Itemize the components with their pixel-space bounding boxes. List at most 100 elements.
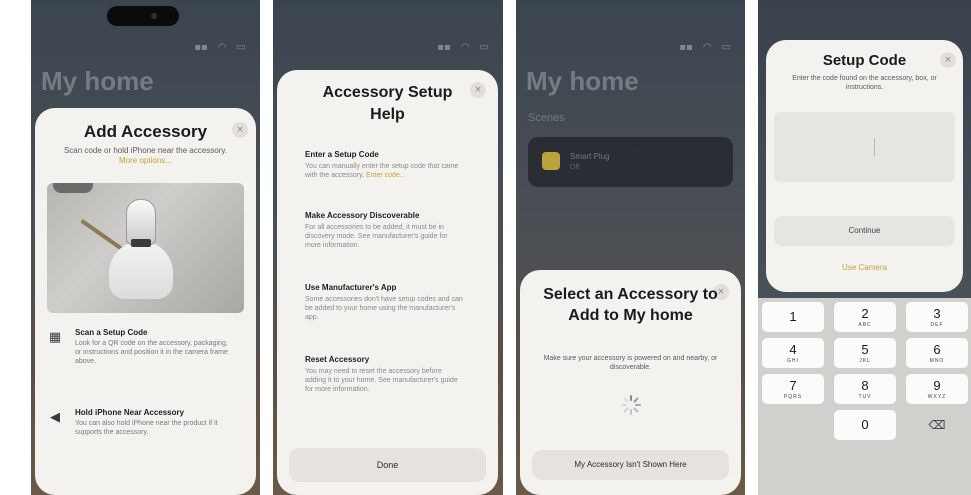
help-section-discoverable: Make Accessory Discoverable For all acce… xyxy=(305,211,464,250)
sheet-title: Select an Accessory to Add to My home xyxy=(543,286,718,324)
help-body: For all accessories to be added, it must… xyxy=(305,224,448,249)
scan-setup-code-option: ▦ Scan a Setup Code Look for a QR code o… xyxy=(47,328,246,388)
status-bar: ▪▪ ◠ ▭ xyxy=(679,42,731,53)
key-letters: WXYZ xyxy=(927,394,947,400)
more-options-link[interactable]: More options... xyxy=(119,156,172,165)
key-9[interactable]: 9 WXYZ xyxy=(906,374,968,404)
close-icon[interactable]: × xyxy=(470,82,486,98)
battery-icon: ▭ xyxy=(479,42,489,53)
section-label: Scenes xyxy=(528,112,565,124)
sheet-title: Setup Code xyxy=(822,52,907,69)
sheet-title: Add Accessory xyxy=(83,122,208,141)
viewfinder-shadow xyxy=(53,183,93,193)
camera-dot-icon xyxy=(151,13,157,19)
key-2[interactable]: 2 ABC xyxy=(834,302,896,332)
key-4[interactable]: 4 GHI xyxy=(762,338,824,368)
delete-key-icon[interactable]: ⌫ xyxy=(906,410,968,440)
key-letters: TUV xyxy=(858,394,872,400)
key-0[interactable]: 0 xyxy=(834,410,896,440)
help-body: Some accessories don't have setup codes … xyxy=(305,296,463,321)
battery-icon: ▭ xyxy=(721,42,731,53)
home-title: My home xyxy=(526,66,639,96)
loading-spinner-icon xyxy=(621,395,641,415)
plug-icon xyxy=(542,152,560,170)
key-8[interactable]: 8 TUV xyxy=(834,374,896,404)
help-body: You may need to reset the accessory befo… xyxy=(305,368,458,393)
key-3[interactable]: 3 DEF xyxy=(906,302,968,332)
hold-iphone-option: ◀ Hold iPhone Near Accessory You can als… xyxy=(47,408,246,458)
wifi-icon: ◠ xyxy=(217,42,227,53)
key-letters: ABC xyxy=(858,322,872,328)
help-heading: Enter a Setup Code xyxy=(305,150,379,159)
add-accessory-sheet: × Add Accessory Scan code or hold iPhone… xyxy=(35,108,256,495)
wifi-icon: ◠ xyxy=(702,42,712,53)
help-section-setup-code: Enter a Setup Code You can manually ente… xyxy=(305,150,464,180)
key-digit: 2 xyxy=(861,306,869,321)
phone-screen-setup-code: × Setup Code Enter the code found on the… xyxy=(758,0,971,495)
bulb-base-image xyxy=(109,241,173,299)
setup-code-input[interactable] xyxy=(774,112,955,182)
key-5[interactable]: 5 JKL xyxy=(834,338,896,368)
key-digit: 3 xyxy=(933,306,941,321)
key-6[interactable]: 6 MNO xyxy=(906,338,968,368)
key-letters: JKL xyxy=(859,358,871,364)
help-section-manufacturer-app: Use Manufacturer's App Some accessories … xyxy=(305,283,464,322)
done-button[interactable]: Done xyxy=(289,448,486,482)
speaker-icon: ◀ xyxy=(50,410,60,425)
status-bar: ▪▪ ◠ ▭ xyxy=(194,42,246,53)
accessory-not-shown-button[interactable]: My Accessory Isn't Shown Here xyxy=(532,450,729,480)
key-digit: 6 xyxy=(933,342,941,357)
key-digit: 7 xyxy=(789,378,797,393)
text-caret xyxy=(874,138,875,156)
help-section-reset: Reset Accessory You may need to reset th… xyxy=(305,355,464,394)
key-digit: 4 xyxy=(789,342,797,357)
numeric-keypad: 1 2 ABC 3 DEF 4 GHI 5 JKL 6 MNO 7 PQRS 8 TUV 9W… xyxy=(758,298,971,495)
signal-icon: ▪▪ xyxy=(679,42,693,53)
phone-screen-select-accessory: ▪▪ ◠ ▭ My home Scenes Smart Plug Off × S… xyxy=(516,0,745,495)
signal-icon: ▪▪ xyxy=(437,42,451,53)
setup-code-sheet: × Setup Code Enter the code found on the… xyxy=(766,40,963,292)
cable-image xyxy=(80,219,124,251)
use-camera-link[interactable]: Use Camera xyxy=(766,263,963,272)
option-body: Look for a QR code on the accessory, pac… xyxy=(75,340,228,365)
option-heading: Hold iPhone Near Accessory xyxy=(75,408,185,417)
enter-code-link[interactable]: Enter code... xyxy=(366,172,406,179)
sheet-description: Make sure your accessory is powered on a… xyxy=(543,355,718,371)
accessory-tile[interactable]: Smart Plug Off xyxy=(528,137,733,187)
status-bar: ▪▪ ◠ ▭ xyxy=(437,42,489,53)
key-digit: 8 xyxy=(861,378,869,393)
key-digit: 0 xyxy=(861,417,869,432)
battery-icon: ▭ xyxy=(236,42,246,53)
dynamic-island xyxy=(107,6,179,26)
key-letters: PQRS xyxy=(783,394,803,400)
key-1[interactable]: 1 xyxy=(762,302,824,332)
home-title: My home xyxy=(41,66,154,96)
phone-screen-setup-help: ▪▪ ◠ ▭ × Accessory Setup Help Enter a Se… xyxy=(273,0,503,495)
help-heading: Reset Accessory xyxy=(305,355,370,364)
help-heading: Use Manufacturer's App xyxy=(305,283,397,292)
signal-icon: ▪▪ xyxy=(194,42,208,53)
option-heading: Scan a Setup Code xyxy=(75,328,148,337)
tile-status: Off xyxy=(570,164,580,171)
select-accessory-sheet: × Select an Accessory to Add to My home … xyxy=(520,270,741,495)
sheet-description: Scan code or hold iPhone near the access… xyxy=(55,146,236,166)
key-7[interactable]: 7 PQRS xyxy=(762,374,824,404)
key-letters: DEF xyxy=(930,322,944,328)
bulb-cap-image xyxy=(131,239,151,247)
setup-help-sheet: × Accessory Setup Help Enter a Setup Cod… xyxy=(277,70,498,495)
key-letters: GHI xyxy=(787,358,799,364)
qr-code-icon: ▦ xyxy=(48,330,62,345)
key-letters: MNO xyxy=(929,358,945,364)
help-heading: Make Accessory Discoverable xyxy=(305,211,420,220)
tile-title: Smart Plug xyxy=(570,152,610,161)
key-digit: 9 xyxy=(933,378,941,393)
help-body: You can manually enter the setup code th… xyxy=(305,162,464,180)
wifi-icon: ◠ xyxy=(460,42,470,53)
camera-viewfinder[interactable] xyxy=(47,183,244,313)
key-digit: 1 xyxy=(789,309,797,324)
sheet-description: Enter the code found on the accessory, b… xyxy=(792,75,937,91)
phone-screen-add-accessory: ▪▪ ◠ ▭ My home × Add Accessory Scan code… xyxy=(31,0,260,495)
description-text: Scan code or hold iPhone near the access… xyxy=(63,146,228,155)
continue-button[interactable]: Continue xyxy=(774,216,955,246)
sheet-title: Accessory Setup Help xyxy=(322,84,453,123)
